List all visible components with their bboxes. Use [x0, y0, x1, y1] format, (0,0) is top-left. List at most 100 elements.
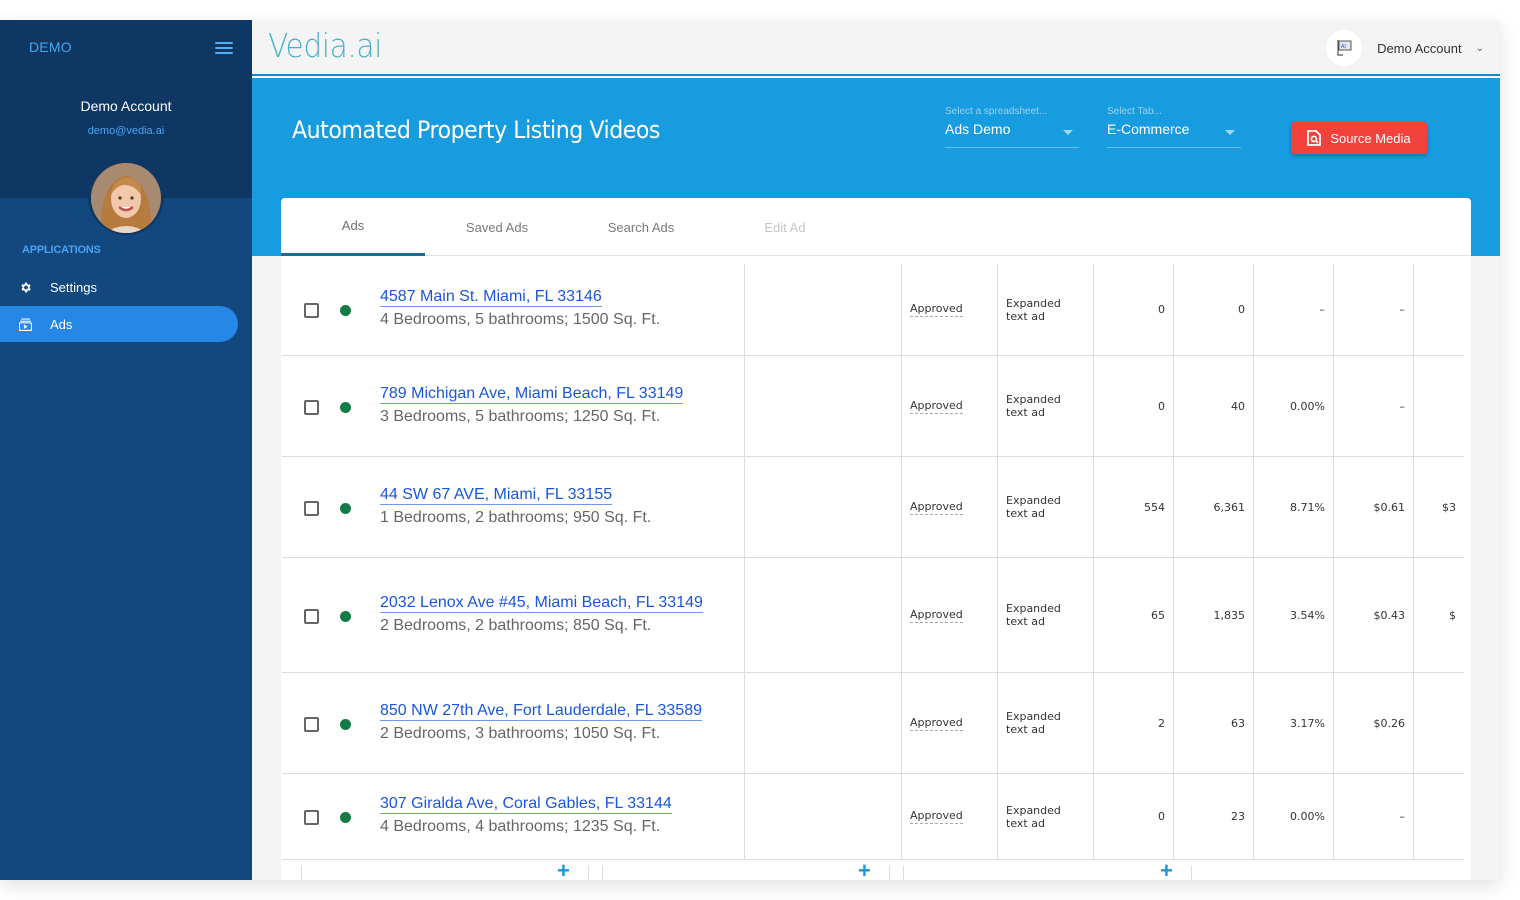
dropdown-caret-icon	[1225, 130, 1235, 135]
listing-details: 4 Bedrooms, 5 bathrooms; 1500 Sq. Ft.	[380, 311, 661, 328]
avatar[interactable]	[91, 163, 161, 233]
listing-address-link[interactable]: 2032 Lenox Ave #45, Miami Beach, FL 3314…	[380, 593, 703, 613]
table-row[interactable]: 4587 Main St. Miami, FL 33146 4 Bedrooms,…	[282, 264, 1464, 356]
video-stack-icon	[0, 318, 50, 331]
add-column-button[interactable]: +	[1160, 860, 1173, 881]
row-checkbox[interactable]	[304, 303, 319, 318]
ads-table: 4587 Main St. Miami, FL 33146 4 Bedrooms,…	[282, 264, 1464, 860]
status-cell: Approved	[901, 673, 997, 773]
menu-toggle-icon[interactable]	[215, 42, 233, 56]
listing-details: 1 Bedrooms, 2 bathrooms; 950 Sq. Ft.	[380, 508, 652, 526]
metric-value: $0.43	[1373, 608, 1406, 622]
tab-select[interactable]: Select Tab... E-Commerce	[1107, 106, 1241, 148]
metric-cell-c2: 23	[1173, 774, 1253, 859]
row-checkbox[interactable]	[304, 399, 319, 415]
add-column-button[interactable]: +	[858, 860, 871, 881]
approval-status[interactable]: Approved	[910, 399, 963, 414]
listing-address-link[interactable]: 789 Michigan Ave, Miami Beach, FL 33149	[380, 384, 684, 404]
gear-icon	[0, 281, 50, 294]
metric-cell-c1: 2	[1093, 673, 1173, 773]
account-name: Demo Account	[80, 98, 172, 114]
approval-status[interactable]: Approved	[910, 716, 963, 731]
spreadsheet-select[interactable]: Select a spreadsheet... Ads Demo	[945, 106, 1079, 148]
listing-info: 850 NW 27th Ave, Fort Lauderdale, FL 335…	[380, 701, 702, 743]
ad-type: Expanded text ad	[1006, 602, 1061, 628]
table-row[interactable]: 850 NW 27th Ave, Fort Lauderdale, FL 335…	[282, 673, 1464, 774]
approval-status[interactable]: Approved	[910, 500, 963, 515]
listing-address-link[interactable]: 307 Giralda Ave, Coral Gables, FL 33144	[380, 794, 672, 814]
row-checkbox[interactable]	[304, 810, 319, 825]
metric-cell-c1: 554	[1093, 457, 1173, 557]
vedia-logo[interactable]: Vedia.ai	[268, 26, 382, 65]
status-dot-icon	[340, 305, 351, 316]
ad-type-cell: Expanded text ad	[997, 356, 1093, 456]
listing-address-link[interactable]: 850 NW 27th Ave, Fort Lauderdale, FL 335…	[380, 701, 702, 721]
thumbnail-cell	[744, 457, 901, 557]
tab-ads[interactable]: Ads	[281, 198, 425, 256]
approval-status[interactable]: Approved	[910, 302, 963, 317]
ads-card: Ads Saved Ads Search Ads Edit Ad 4587 Ma…	[281, 198, 1471, 880]
metric-value: 3.17%	[1290, 716, 1325, 730]
row-checkbox[interactable]	[304, 716, 319, 732]
thumbnail-cell	[744, 774, 901, 859]
metric-value: 23	[1231, 810, 1245, 823]
sidebar: DEMO Demo Account demo@vedia.ai APPLICAT…	[0, 20, 252, 880]
ad-type: Expanded text ad	[1006, 710, 1061, 736]
metric-cell-c4: –	[1333, 264, 1413, 355]
listing-info: 789 Michigan Ave, Miami Beach, FL 33149 3…	[380, 384, 684, 426]
metric-value: –	[1399, 810, 1406, 823]
table-row[interactable]: 44 SW 67 AVE, Miami, FL 33155 1 Bedrooms,…	[282, 457, 1464, 558]
listing-info: 307 Giralda Ave, Coral Gables, FL 33144 4…	[380, 794, 672, 836]
row-checkbox[interactable]	[304, 500, 319, 516]
ad-type-cell: Expanded text ad	[997, 774, 1093, 859]
ad-type: Expanded text ad	[1006, 393, 1061, 419]
metric-cell-c3: 3.54%	[1253, 558, 1333, 672]
metric-value: 63	[1231, 716, 1245, 730]
metric-cell-c1: 0	[1093, 356, 1173, 456]
metric-cell-c5	[1413, 673, 1464, 773]
sidebar-item-ads[interactable]: Ads	[0, 306, 238, 342]
thumbnail-cell	[744, 673, 901, 773]
metric-value: 1,835	[1213, 608, 1246, 622]
metric-value: 2	[1158, 716, 1165, 730]
brand-label: DEMO	[29, 39, 72, 55]
metric-cell-c2: 63	[1173, 673, 1253, 773]
metric-cell-c5: $	[1413, 558, 1464, 672]
approval-status[interactable]: Approved	[910, 809, 963, 824]
metric-value: $	[1449, 608, 1456, 622]
table-row[interactable]: 789 Michigan Ave, Miami Beach, FL 33149 3…	[282, 356, 1464, 457]
status-dot-icon	[340, 812, 351, 823]
table-row[interactable]: 2032 Lenox Ave #45, Miami Beach, FL 3314…	[282, 558, 1464, 673]
metric-value: –	[1399, 303, 1406, 316]
row-checkbox[interactable]	[304, 608, 319, 624]
metric-cell-c1: 0	[1093, 774, 1173, 859]
metric-cell-c4: $0.43	[1333, 558, 1413, 672]
metric-cell-c3: 0.00%	[1253, 774, 1333, 859]
metric-cell-c4: $0.26	[1333, 673, 1413, 773]
metric-value: 6,361	[1213, 500, 1246, 514]
metric-cell-c5	[1413, 264, 1464, 355]
source-media-button[interactable]: Source Media	[1291, 122, 1427, 154]
tab-saved-ads[interactable]: Saved Ads	[425, 198, 569, 256]
sidebar-item-settings[interactable]: Settings	[0, 269, 238, 305]
metric-cell-c3: 0.00%	[1253, 356, 1333, 456]
user-menu[interactable]: AI Demo Account ⌄	[1326, 30, 1484, 66]
table-row[interactable]: 307 Giralda Ave, Coral Gables, FL 33144 4…	[282, 774, 1464, 860]
status-cell: Approved	[901, 457, 997, 557]
metric-value: $0.26	[1373, 716, 1406, 730]
metric-cell-c4: $0.61	[1333, 457, 1413, 557]
metric-cell-c3: 3.17%	[1253, 673, 1333, 773]
svg-text:AI: AI	[1341, 44, 1346, 50]
metric-cell-c5	[1413, 356, 1464, 456]
page-title: Automated Property Listing Videos	[292, 116, 660, 144]
listing-address-link[interactable]: 44 SW 67 AVE, Miami, FL 33155	[380, 485, 613, 505]
metric-value: 40	[1231, 399, 1245, 413]
listing-info: 44 SW 67 AVE, Miami, FL 33155 1 Bedrooms,…	[380, 485, 651, 527]
listing-info: 4587 Main St. Miami, FL 33146 4 Bedrooms,…	[380, 287, 660, 329]
status-dot-icon	[340, 610, 351, 622]
tab-search-ads[interactable]: Search Ads	[569, 198, 713, 256]
listing-address-link[interactable]: 4587 Main St. Miami, FL 33146	[380, 287, 602, 307]
add-column-button[interactable]: +	[557, 860, 570, 881]
metric-cell-c1: 0	[1093, 264, 1173, 355]
approval-status[interactable]: Approved	[910, 608, 963, 623]
